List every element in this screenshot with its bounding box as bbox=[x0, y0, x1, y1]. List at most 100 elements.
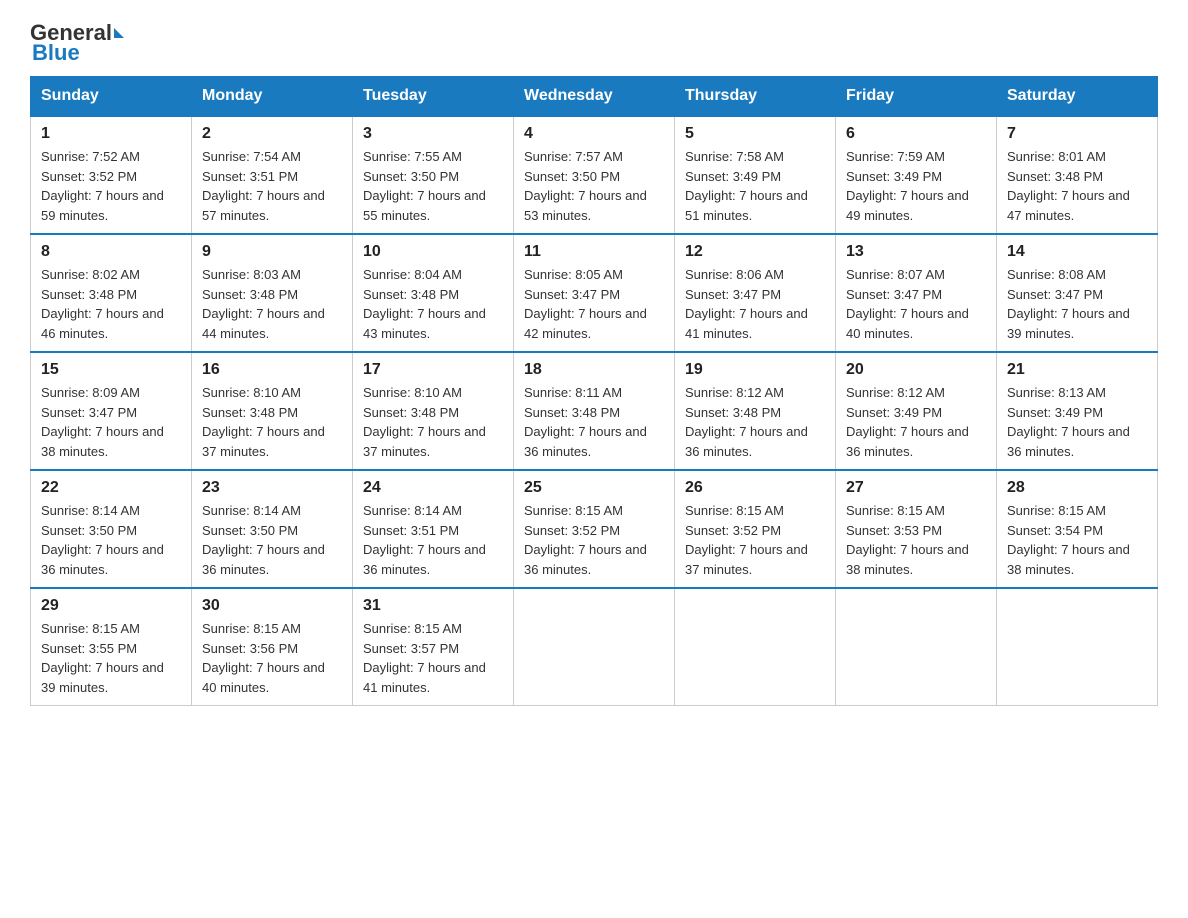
day-number: 8 bbox=[41, 243, 181, 261]
calendar-cell: 25 Sunrise: 8:15 AMSunset: 3:52 PMDaylig… bbox=[514, 470, 675, 588]
calendar-cell: 12 Sunrise: 8:06 AMSunset: 3:47 PMDaylig… bbox=[675, 234, 836, 352]
calendar-cell: 4 Sunrise: 7:57 AMSunset: 3:50 PMDayligh… bbox=[514, 116, 675, 234]
day-number: 11 bbox=[524, 243, 664, 261]
day-number: 28 bbox=[1007, 479, 1147, 497]
header-monday: Monday bbox=[192, 77, 353, 117]
day-number: 2 bbox=[202, 125, 342, 143]
calendar-cell bbox=[514, 588, 675, 706]
day-info: Sunrise: 8:14 AMSunset: 3:51 PMDaylight:… bbox=[363, 503, 486, 577]
day-number: 31 bbox=[363, 597, 503, 615]
logo-arrow-icon bbox=[114, 28, 124, 38]
calendar-week-row: 22 Sunrise: 8:14 AMSunset: 3:50 PMDaylig… bbox=[31, 470, 1158, 588]
header-thursday: Thursday bbox=[675, 77, 836, 117]
calendar-cell: 20 Sunrise: 8:12 AMSunset: 3:49 PMDaylig… bbox=[836, 352, 997, 470]
day-info: Sunrise: 7:57 AMSunset: 3:50 PMDaylight:… bbox=[524, 149, 647, 223]
day-number: 1 bbox=[41, 125, 181, 143]
day-number: 21 bbox=[1007, 361, 1147, 379]
day-info: Sunrise: 8:09 AMSunset: 3:47 PMDaylight:… bbox=[41, 385, 164, 459]
day-info: Sunrise: 7:58 AMSunset: 3:49 PMDaylight:… bbox=[685, 149, 808, 223]
day-number: 27 bbox=[846, 479, 986, 497]
header-saturday: Saturday bbox=[997, 77, 1158, 117]
day-info: Sunrise: 8:15 AMSunset: 3:57 PMDaylight:… bbox=[363, 621, 486, 695]
day-info: Sunrise: 8:08 AMSunset: 3:47 PMDaylight:… bbox=[1007, 267, 1130, 341]
calendar-cell: 28 Sunrise: 8:15 AMSunset: 3:54 PMDaylig… bbox=[997, 470, 1158, 588]
day-info: Sunrise: 7:55 AMSunset: 3:50 PMDaylight:… bbox=[363, 149, 486, 223]
day-info: Sunrise: 8:13 AMSunset: 3:49 PMDaylight:… bbox=[1007, 385, 1130, 459]
day-number: 9 bbox=[202, 243, 342, 261]
day-info: Sunrise: 8:02 AMSunset: 3:48 PMDaylight:… bbox=[41, 267, 164, 341]
day-info: Sunrise: 8:10 AMSunset: 3:48 PMDaylight:… bbox=[202, 385, 325, 459]
day-info: Sunrise: 8:14 AMSunset: 3:50 PMDaylight:… bbox=[202, 503, 325, 577]
calendar-cell: 24 Sunrise: 8:14 AMSunset: 3:51 PMDaylig… bbox=[353, 470, 514, 588]
day-number: 26 bbox=[685, 479, 825, 497]
day-info: Sunrise: 8:12 AMSunset: 3:48 PMDaylight:… bbox=[685, 385, 808, 459]
calendar-cell: 16 Sunrise: 8:10 AMSunset: 3:48 PMDaylig… bbox=[192, 352, 353, 470]
calendar-week-row: 29 Sunrise: 8:15 AMSunset: 3:55 PMDaylig… bbox=[31, 588, 1158, 706]
day-info: Sunrise: 8:04 AMSunset: 3:48 PMDaylight:… bbox=[363, 267, 486, 341]
day-number: 20 bbox=[846, 361, 986, 379]
day-number: 5 bbox=[685, 125, 825, 143]
calendar-cell: 8 Sunrise: 8:02 AMSunset: 3:48 PMDayligh… bbox=[31, 234, 192, 352]
day-info: Sunrise: 8:03 AMSunset: 3:48 PMDaylight:… bbox=[202, 267, 325, 341]
calendar-week-row: 15 Sunrise: 8:09 AMSunset: 3:47 PMDaylig… bbox=[31, 352, 1158, 470]
header-friday: Friday bbox=[836, 77, 997, 117]
day-info: Sunrise: 8:15 AMSunset: 3:52 PMDaylight:… bbox=[685, 503, 808, 577]
day-number: 25 bbox=[524, 479, 664, 497]
logo: General Blue bbox=[30, 20, 126, 66]
day-number: 7 bbox=[1007, 125, 1147, 143]
calendar-week-row: 8 Sunrise: 8:02 AMSunset: 3:48 PMDayligh… bbox=[31, 234, 1158, 352]
day-number: 15 bbox=[41, 361, 181, 379]
day-number: 19 bbox=[685, 361, 825, 379]
day-info: Sunrise: 8:15 AMSunset: 3:56 PMDaylight:… bbox=[202, 621, 325, 695]
calendar-cell: 26 Sunrise: 8:15 AMSunset: 3:52 PMDaylig… bbox=[675, 470, 836, 588]
day-number: 17 bbox=[363, 361, 503, 379]
day-number: 3 bbox=[363, 125, 503, 143]
day-number: 18 bbox=[524, 361, 664, 379]
day-number: 29 bbox=[41, 597, 181, 615]
day-number: 14 bbox=[1007, 243, 1147, 261]
calendar-cell: 30 Sunrise: 8:15 AMSunset: 3:56 PMDaylig… bbox=[192, 588, 353, 706]
calendar-cell: 21 Sunrise: 8:13 AMSunset: 3:49 PMDaylig… bbox=[997, 352, 1158, 470]
day-number: 4 bbox=[524, 125, 664, 143]
calendar-cell bbox=[836, 588, 997, 706]
day-info: Sunrise: 8:15 AMSunset: 3:54 PMDaylight:… bbox=[1007, 503, 1130, 577]
day-number: 30 bbox=[202, 597, 342, 615]
calendar-cell: 17 Sunrise: 8:10 AMSunset: 3:48 PMDaylig… bbox=[353, 352, 514, 470]
day-info: Sunrise: 8:06 AMSunset: 3:47 PMDaylight:… bbox=[685, 267, 808, 341]
calendar-cell: 11 Sunrise: 8:05 AMSunset: 3:47 PMDaylig… bbox=[514, 234, 675, 352]
day-number: 6 bbox=[846, 125, 986, 143]
calendar-cell: 18 Sunrise: 8:11 AMSunset: 3:48 PMDaylig… bbox=[514, 352, 675, 470]
header-sunday: Sunday bbox=[31, 77, 192, 117]
calendar-cell bbox=[675, 588, 836, 706]
calendar-cell: 1 Sunrise: 7:52 AMSunset: 3:52 PMDayligh… bbox=[31, 116, 192, 234]
day-info: Sunrise: 7:59 AMSunset: 3:49 PMDaylight:… bbox=[846, 149, 969, 223]
day-info: Sunrise: 8:10 AMSunset: 3:48 PMDaylight:… bbox=[363, 385, 486, 459]
day-number: 12 bbox=[685, 243, 825, 261]
calendar-cell: 23 Sunrise: 8:14 AMSunset: 3:50 PMDaylig… bbox=[192, 470, 353, 588]
calendar-cell: 22 Sunrise: 8:14 AMSunset: 3:50 PMDaylig… bbox=[31, 470, 192, 588]
calendar-cell: 9 Sunrise: 8:03 AMSunset: 3:48 PMDayligh… bbox=[192, 234, 353, 352]
day-number: 22 bbox=[41, 479, 181, 497]
day-info: Sunrise: 8:05 AMSunset: 3:47 PMDaylight:… bbox=[524, 267, 647, 341]
day-info: Sunrise: 8:15 AMSunset: 3:53 PMDaylight:… bbox=[846, 503, 969, 577]
calendar-table: SundayMondayTuesdayWednesdayThursdayFrid… bbox=[30, 76, 1158, 706]
day-number: 16 bbox=[202, 361, 342, 379]
day-info: Sunrise: 8:01 AMSunset: 3:48 PMDaylight:… bbox=[1007, 149, 1130, 223]
calendar-cell: 3 Sunrise: 7:55 AMSunset: 3:50 PMDayligh… bbox=[353, 116, 514, 234]
day-number: 10 bbox=[363, 243, 503, 261]
page-header: General Blue bbox=[30, 20, 1158, 66]
calendar-cell: 13 Sunrise: 8:07 AMSunset: 3:47 PMDaylig… bbox=[836, 234, 997, 352]
day-info: Sunrise: 8:15 AMSunset: 3:55 PMDaylight:… bbox=[41, 621, 164, 695]
calendar-cell: 15 Sunrise: 8:09 AMSunset: 3:47 PMDaylig… bbox=[31, 352, 192, 470]
header-tuesday: Tuesday bbox=[353, 77, 514, 117]
calendar-cell: 10 Sunrise: 8:04 AMSunset: 3:48 PMDaylig… bbox=[353, 234, 514, 352]
calendar-week-row: 1 Sunrise: 7:52 AMSunset: 3:52 PMDayligh… bbox=[31, 116, 1158, 234]
day-number: 24 bbox=[363, 479, 503, 497]
calendar-header-row: SundayMondayTuesdayWednesdayThursdayFrid… bbox=[31, 77, 1158, 117]
day-info: Sunrise: 7:54 AMSunset: 3:51 PMDaylight:… bbox=[202, 149, 325, 223]
day-number: 23 bbox=[202, 479, 342, 497]
day-info: Sunrise: 8:14 AMSunset: 3:50 PMDaylight:… bbox=[41, 503, 164, 577]
calendar-cell: 19 Sunrise: 8:12 AMSunset: 3:48 PMDaylig… bbox=[675, 352, 836, 470]
header-wednesday: Wednesday bbox=[514, 77, 675, 117]
calendar-cell: 2 Sunrise: 7:54 AMSunset: 3:51 PMDayligh… bbox=[192, 116, 353, 234]
